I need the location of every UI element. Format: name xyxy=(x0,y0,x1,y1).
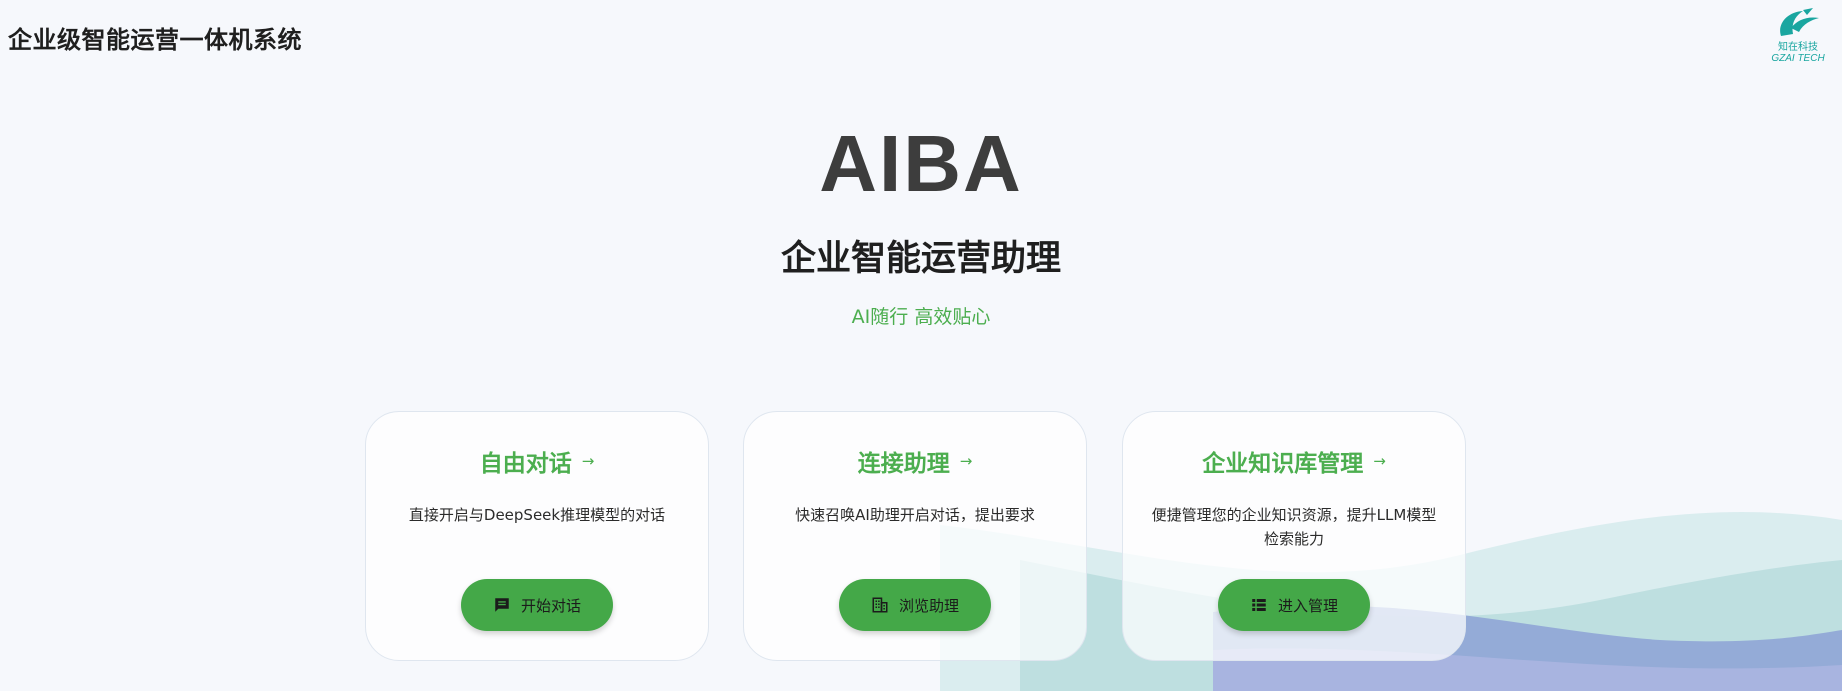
arrow-right-icon: → xyxy=(581,452,595,470)
logo-icon xyxy=(1780,8,1819,36)
hero-slogan: AI随行 高效贴心 xyxy=(851,306,991,328)
card-title-text: 自由对话 xyxy=(479,451,572,477)
card-title[interactable]: 自由对话 → xyxy=(366,444,708,478)
arrow-right-icon: → xyxy=(1373,452,1386,470)
button-label: 开始对话 xyxy=(520,596,581,615)
card-description: 快速召唤AI助理开启对话，提出要求 xyxy=(795,506,1035,524)
card-description: 直接开启与DeepSeek推理模型的对话 xyxy=(408,506,666,524)
card-title[interactable]: 连接助理 → xyxy=(744,444,1086,478)
card-free-chat[interactable]: 自由对话 → 直接开启与DeepSeek推理模型的对话 开始对话 xyxy=(365,411,709,661)
card-connect-assistant[interactable]: 连接助理 → 快速召唤AI助理开启对话，提出要求 浏览助理 xyxy=(743,411,1087,661)
hero-subtitle: 企业智能运营助理 xyxy=(780,239,1061,279)
card-title-text: 企业知识库管理 xyxy=(1202,451,1364,477)
chat-icon xyxy=(495,598,509,612)
logo-text-en: GZAI TECH xyxy=(1771,53,1825,64)
company-logo[interactable]: 知在科技 GZAI TECH xyxy=(1768,6,1828,65)
arrow-right-icon: → xyxy=(959,452,973,470)
list-icon xyxy=(1252,599,1266,611)
browse-assistants-button[interactable]: 浏览助理 xyxy=(839,579,991,631)
card-title-text: 连接助理 xyxy=(857,451,950,477)
card-title[interactable]: 企业知识库管理 → xyxy=(1123,444,1465,478)
button-label: 进入管理 xyxy=(1277,596,1338,615)
card-knowledge-base[interactable]: 企业知识库管理 → 便捷管理您的企业知识资源，提升LLM模型检索能力 进入管理 xyxy=(1122,411,1466,661)
logo-text-cn: 知在科技 xyxy=(1778,42,1818,53)
app-title: 企业级智能运营一体机系统 xyxy=(8,26,302,54)
hero-title: AIBA xyxy=(819,119,1023,208)
building-icon xyxy=(872,597,888,613)
enter-management-button[interactable]: 进入管理 xyxy=(1218,579,1370,631)
button-label: 浏览助理 xyxy=(898,596,959,615)
card-description: 便捷管理您的企业知识资源，提升LLM模型检索能力 xyxy=(1151,506,1437,548)
start-chat-button[interactable]: 开始对话 xyxy=(461,579,613,631)
